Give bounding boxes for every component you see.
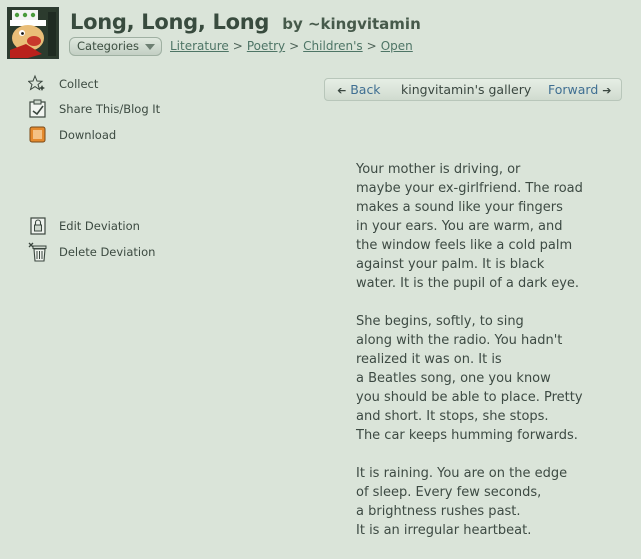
poem-body: Your mother is driving, or maybe your ex-…: [356, 160, 641, 559]
trash-icon: [28, 242, 47, 262]
edit-lock-icon: [30, 217, 46, 235]
categories-button[interactable]: Categories: [69, 37, 162, 56]
poem-line: maybe your ex-girlfriend. The road: [356, 181, 583, 196]
back-link[interactable]: ➔ Back: [337, 79, 381, 101]
gallery-navigation: ➔ Back kingvitamin's gallery Forward ➔: [324, 78, 622, 101]
poem-stanza: It is raining. You are on the edge of sle…: [356, 464, 641, 540]
breadcrumb-separator: >: [232, 39, 243, 53]
poem-line: It is an irregular heartbeat.: [356, 523, 532, 538]
arrow-right-icon: ➔: [602, 84, 612, 97]
poem-line: along with the radio. You hadn't: [356, 333, 563, 348]
page-title: Long, Long, Long: [70, 10, 270, 34]
poem-line: It is raining. You are on the edge: [356, 466, 568, 481]
collect-label: Collect: [59, 77, 99, 91]
poem-line: realized it was on. It is: [356, 352, 502, 367]
share-clipboard-icon: [29, 99, 46, 118]
breadcrumb-separator: >: [366, 39, 377, 53]
categories-label: Categories: [77, 39, 139, 53]
page-header: Long, Long, Long by ~kingvitamin Categor…: [0, 0, 641, 62]
breadcrumb-literature[interactable]: Literature: [170, 39, 229, 53]
poem-line: in your ears. You are warm, and: [356, 219, 563, 234]
poem-line: Your mother is driving, or: [356, 162, 521, 177]
poem-stanza: Your mother is driving, or maybe your ex-…: [356, 160, 641, 293]
poem-line: against your palm. It is black: [356, 257, 545, 272]
breadcrumb-separator: >: [289, 39, 300, 53]
breadcrumb-poetry[interactable]: Poetry: [247, 39, 285, 53]
poem-line: She begins, softly, to sing: [356, 314, 524, 329]
share-label: Share This/Blog It: [59, 102, 161, 116]
poem-line: makes a sound like your fingers: [356, 200, 563, 215]
breadcrumb-childrens[interactable]: Children's: [303, 39, 362, 53]
poem-line: a brightness rushes past.: [356, 504, 521, 519]
download-label: Download: [59, 128, 117, 142]
download-box-icon: [29, 126, 46, 143]
star-sparkle-icon: [28, 74, 45, 91]
breadcrumb-open[interactable]: Open: [381, 39, 413, 53]
poem-line: of sleep. Every few seconds,: [356, 485, 542, 500]
forward-label: Forward: [548, 82, 599, 97]
poem-line: water. It is the pupil of a dark eye.: [356, 276, 580, 291]
poem-line: you should be able to place. Pretty: [356, 390, 583, 405]
poem-stanza: She begins, softly, to sing along with th…: [356, 312, 641, 445]
forward-link[interactable]: Forward ➔: [548, 79, 611, 101]
avatar-cartoon-icon: [8, 8, 58, 58]
back-label: Back: [350, 82, 381, 97]
breadcrumb: Literature > Poetry > Children's > Open: [170, 39, 413, 53]
chevron-down-icon: [145, 44, 155, 50]
poem-line: a Beatles song, one you know: [356, 371, 551, 386]
author-byline[interactable]: by ~kingvitamin: [282, 15, 421, 33]
poem-line: and short. It stops, she stops.: [356, 409, 549, 424]
delete-deviation-label: Delete Deviation: [59, 245, 156, 259]
avatar[interactable]: [7, 7, 59, 59]
poem-line: The car keeps humming forwards.: [356, 428, 578, 443]
title-line: Long, Long, Long by ~kingvitamin: [70, 10, 421, 34]
gallery-link[interactable]: kingvitamin's gallery: [401, 79, 531, 100]
poem-line: the window feels like a cold palm: [356, 238, 573, 253]
edit-deviation-label: Edit Deviation: [59, 219, 140, 233]
arrow-left-icon: ➔: [337, 84, 347, 97]
